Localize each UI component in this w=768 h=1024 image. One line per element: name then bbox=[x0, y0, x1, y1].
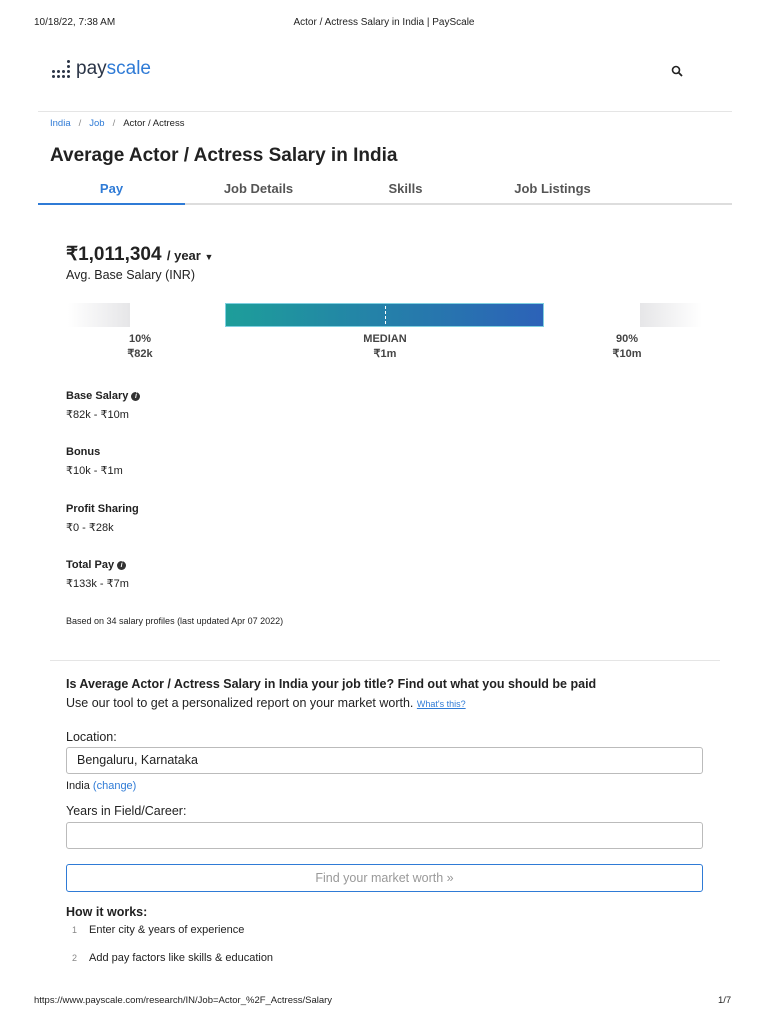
stat-bonus: Bonus ₹10k - ₹1m bbox=[66, 446, 123, 477]
country: India (change) bbox=[66, 780, 137, 792]
how-it-works-heading: How it works: bbox=[66, 905, 148, 919]
print-url: https://www.payscale.com/research/IN/Job… bbox=[34, 995, 333, 1006]
header-divider bbox=[38, 111, 732, 112]
breadcrumb: India / Job / Actor / Actress bbox=[50, 118, 185, 129]
tab-job-listings[interactable]: Job Listings bbox=[479, 178, 626, 203]
logo-text: pay bbox=[76, 58, 107, 79]
years-input[interactable] bbox=[66, 822, 703, 849]
payscale-logo[interactable]: payscale bbox=[52, 58, 151, 80]
tool-heading: Is Average Actor / Actress Salary in Ind… bbox=[66, 677, 597, 691]
step-2: 2 Add pay factors like skills & education bbox=[72, 952, 274, 964]
p90-label: 90% bbox=[615, 333, 639, 345]
stat-total-pay: Total Pay i ₹133k - ₹7m bbox=[66, 559, 129, 590]
median-value: ₹1m bbox=[373, 348, 397, 360]
stat-profit-sharing: Profit Sharing ₹0 - ₹28k bbox=[66, 503, 139, 534]
location-label: Location: bbox=[66, 730, 117, 744]
p10-value: ₹82k bbox=[127, 348, 153, 360]
period-select[interactable]: / year ▼ bbox=[167, 248, 214, 263]
based-on-note: Based on 34 salary profiles (last update… bbox=[66, 616, 284, 626]
step-1: 1 Enter city & years of experience bbox=[72, 924, 245, 936]
median-bar bbox=[225, 303, 544, 327]
logo-text-accent: scale bbox=[106, 58, 151, 79]
change-country-link[interactable]: (change) bbox=[93, 780, 136, 792]
stat-base-salary: Base Salary i ₹82k - ₹10m bbox=[66, 390, 141, 423]
section-divider bbox=[50, 660, 720, 661]
breadcrumb-current: Actor / Actress bbox=[123, 118, 185, 129]
median-label: MEDIAN bbox=[363, 333, 407, 345]
p90-value: ₹10m bbox=[612, 348, 642, 360]
caret-down-icon: ▼ bbox=[204, 252, 214, 262]
info-icon[interactable]: i bbox=[131, 392, 141, 401]
page-title: Average Actor / Actress Salary in India bbox=[50, 145, 398, 166]
tab-job-details[interactable]: Job Details bbox=[185, 178, 332, 203]
info-icon[interactable]: i bbox=[117, 561, 127, 570]
avg-salary: ₹1,011,304 / year ▼ bbox=[66, 243, 213, 266]
print-title: Actor / Actress Salary in India | PaySca… bbox=[293, 17, 475, 28]
search-icon[interactable] bbox=[671, 64, 683, 82]
location-input[interactable]: Bengaluru, Karnataka bbox=[66, 747, 703, 774]
tool-subheading: Use our tool to get a personalized repor… bbox=[66, 696, 466, 710]
logo-dots-icon bbox=[52, 60, 70, 78]
median-marker bbox=[384, 306, 386, 324]
whats-this-link[interactable]: What's this? bbox=[417, 699, 466, 709]
find-market-worth-button[interactable]: Find your market worth » bbox=[66, 864, 703, 892]
tab-bar: Pay Job Details Skills Job Listings bbox=[38, 178, 732, 205]
years-label: Years in Field/Career: bbox=[66, 804, 187, 818]
tab-skills[interactable]: Skills bbox=[332, 178, 479, 203]
p10-bar bbox=[68, 303, 130, 327]
salary-value: ₹1,011,304 bbox=[66, 244, 162, 265]
breadcrumb-job[interactable]: Job bbox=[89, 118, 104, 129]
salary-label: Avg. Base Salary (INR) bbox=[66, 268, 195, 282]
tab-pay[interactable]: Pay bbox=[38, 178, 185, 205]
breadcrumb-india[interactable]: India bbox=[50, 118, 71, 129]
p10-label: 10% bbox=[128, 333, 152, 345]
print-page: 1/7 bbox=[718, 995, 732, 1006]
p90-bar bbox=[640, 303, 702, 327]
